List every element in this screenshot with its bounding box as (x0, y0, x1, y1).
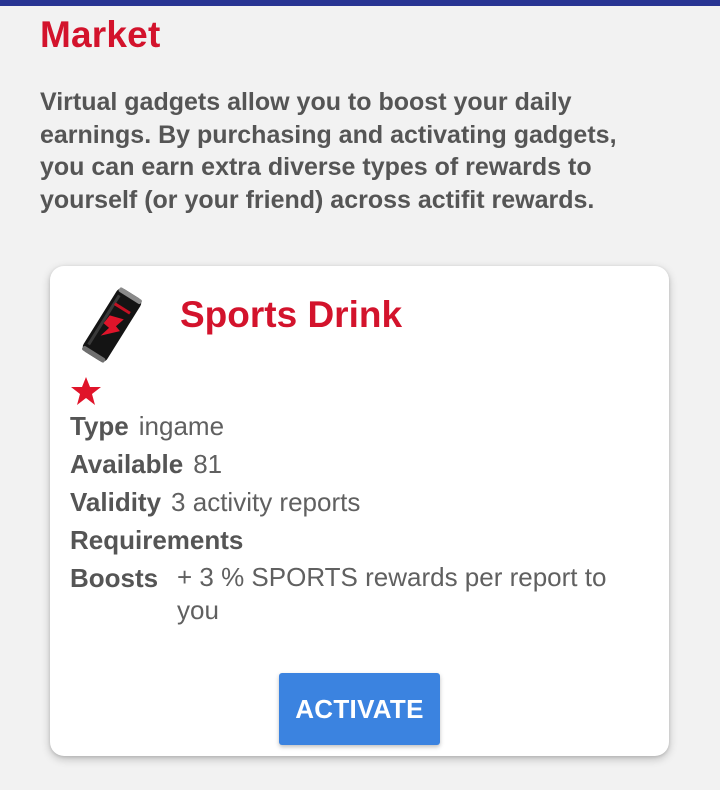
validity-label: Validity (70, 487, 162, 517)
gadget-card: Sports Drink Type ingame Available 81 Vali… (50, 266, 669, 756)
intro-line: Virtual gadgets allow you to boost your … (40, 88, 572, 116)
activate-button[interactable]: ACTIVATE (279, 673, 440, 745)
type-row: Type ingame (70, 409, 224, 443)
type-value: ingame (138, 411, 225, 441)
top-app-bar-edge (0, 0, 720, 6)
boosts-value: + 3 % SPORTS rewards per report to you (177, 561, 647, 627)
requirements-label: Requirements (70, 525, 244, 555)
boosts-value-line: + 3 % SPORTS rewards per report to (177, 562, 607, 592)
validity-value: 3 activity reports (171, 487, 361, 517)
available-row: Available 81 (70, 447, 222, 481)
star-icon (71, 377, 101, 405)
boosts-value-line: you (177, 595, 219, 625)
intro-line: earnings. By purchasing and activating g… (40, 120, 617, 149)
type-label: Type (70, 411, 129, 441)
available-label: Available (70, 449, 184, 479)
requirements-row: Requirements (70, 523, 243, 557)
intro-line: yourself (or your friend) across actifit… (40, 185, 595, 214)
intro-text: Virtual gadgets allow you to boost your … (40, 86, 680, 216)
page-title: Market (40, 14, 161, 55)
boosts-label: Boosts (70, 563, 159, 593)
energy-drink-can-icon (82, 287, 142, 363)
available-value: 81 (193, 449, 223, 479)
intro-line: you can earn extra diverse types of rewa… (40, 153, 592, 181)
gadget-name: Sports Drink (180, 294, 403, 335)
validity-row: Validity 3 activity reports (70, 485, 360, 519)
